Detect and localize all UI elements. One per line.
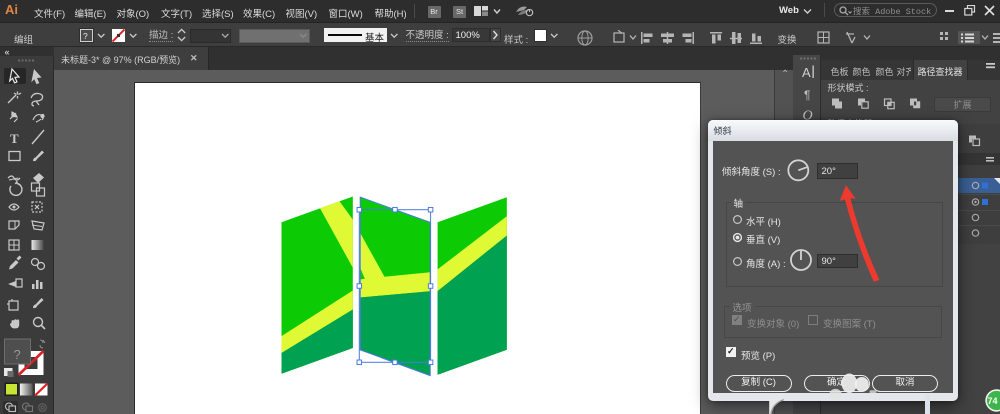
svg-text:A: A: [802, 65, 811, 80]
svg-text:¶: ¶: [804, 88, 810, 102]
svg-text:T: T: [10, 131, 19, 146]
svg-text:?: ?: [14, 347, 21, 362]
